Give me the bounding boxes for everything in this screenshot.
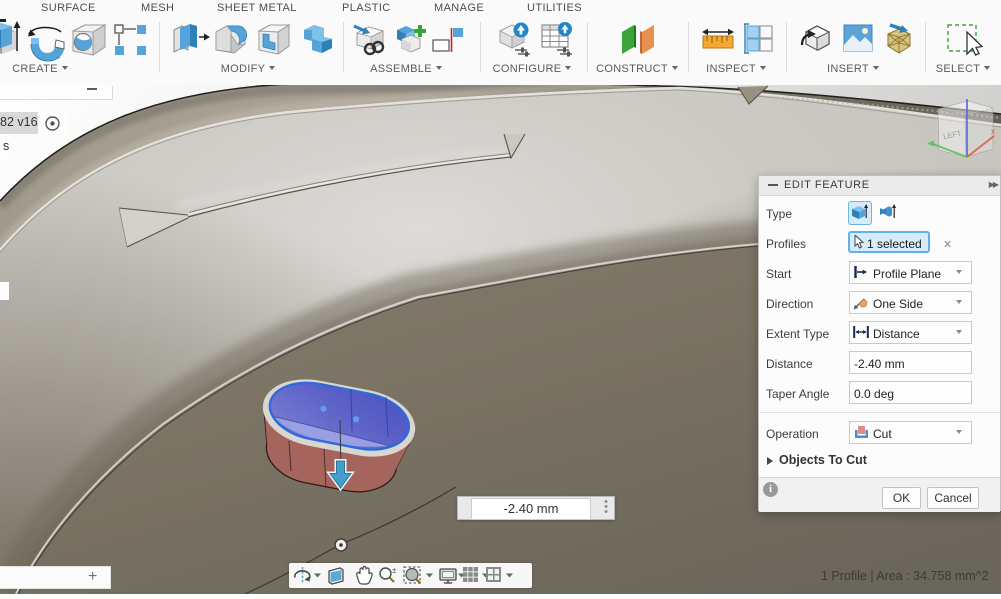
svg-text:x: x [991, 127, 995, 136]
svg-text:±: ± [392, 566, 397, 575]
